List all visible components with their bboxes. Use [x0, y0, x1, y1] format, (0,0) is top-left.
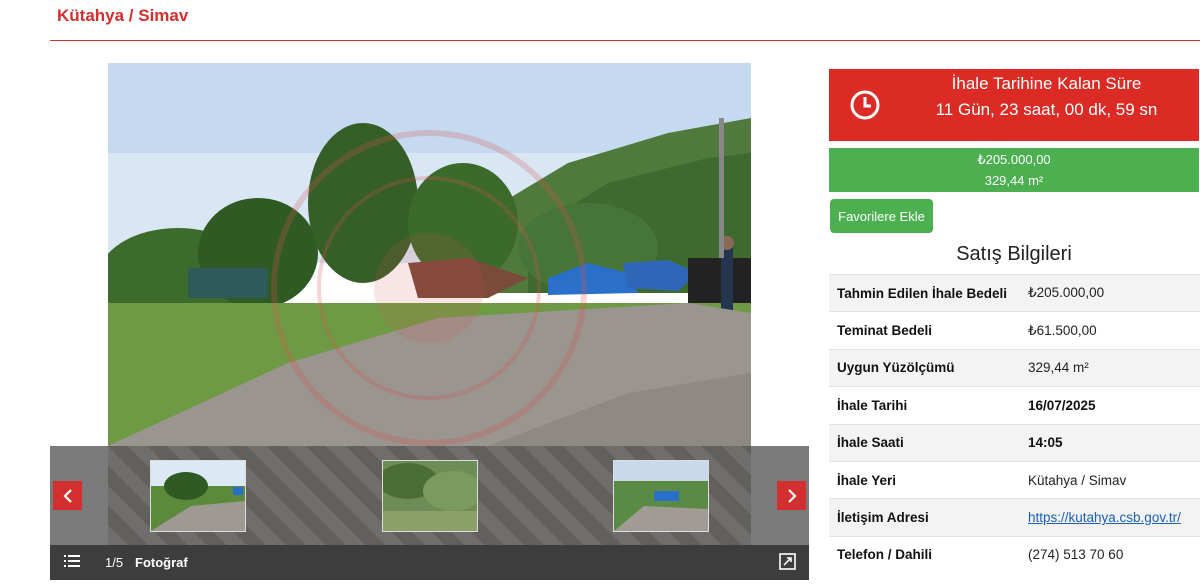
breadcrumb[interactable]: Kütahya / Simav: [57, 6, 188, 26]
table-row: İhale Yeri Kütahya / Simav: [829, 460, 1200, 499]
table-row: İletişim Adresi https://kutahya.csb.gov.…: [829, 498, 1200, 537]
photo-gallery: 1/5 Fotoğraf: [50, 63, 809, 580]
add-to-favorites-button[interactable]: Favorilere Ekle: [830, 199, 933, 233]
chevron-right-icon: [787, 488, 797, 503]
row-label: Tahmin Edilen İhale Bedeli: [829, 273, 1020, 312]
row-label: İhale Saati: [829, 423, 1020, 462]
price-amount: ₺205.000,00: [977, 152, 1051, 167]
contact-address-link[interactable]: https://kutahya.csb.gov.tr/: [1028, 510, 1181, 525]
price-area: 329,44 m²: [984, 173, 1044, 188]
row-label: İletişim Adresi: [829, 498, 1020, 537]
gallery-prev-button[interactable]: [53, 481, 82, 510]
main-photo-image: [108, 63, 751, 446]
row-value: Kütahya / Simav: [1020, 460, 1200, 499]
main-photo[interactable]: [108, 63, 751, 446]
row-label: Uygun Yüzölçümü: [829, 348, 1020, 387]
row-value: https://kutahya.csb.gov.tr/: [1020, 498, 1200, 537]
row-label: İhale Yeri: [829, 460, 1020, 499]
countdown-title: İhale Tarihine Kalan Süre: [951, 74, 1142, 93]
table-row: İhale Tarihi 16/07/2025: [829, 386, 1200, 425]
row-label: Telefon / Dahili: [829, 535, 1020, 574]
price-summary: ₺205.000,00 329,44 m²: [829, 148, 1199, 192]
chevron-left-icon: [62, 488, 72, 503]
sales-info-title: Satış Bilgileri: [956, 243, 1072, 265]
row-value: (274) 513 70 60: [1020, 535, 1200, 574]
row-value: 16/07/2025: [1020, 386, 1200, 425]
header-divider: [50, 40, 1200, 41]
table-row: Uygun Yüzölçümü 329,44 m²: [829, 348, 1200, 387]
list-icon[interactable]: [64, 554, 80, 571]
thumbnail-1-image: [151, 461, 245, 531]
table-row: Tahmin Edilen İhale Bedeli ₺205.000,00: [829, 273, 1200, 312]
countdown-panel: İhale Tarihine Kalan Süre 11 Gün, 23 saa…: [829, 69, 1199, 141]
gallery-toolbar: 1/5 Fotoğraf: [50, 545, 809, 580]
expand-icon[interactable]: [779, 553, 796, 573]
table-row: Telefon / Dahili (274) 513 70 60: [829, 535, 1200, 574]
row-value: ₺205.000,00: [1020, 273, 1200, 312]
table-row: İhale Saati 14:05: [829, 423, 1200, 462]
thumbnail-2-image: [383, 461, 477, 531]
photo-counter: 1/5: [105, 555, 124, 570]
row-label: Teminat Bedeli: [829, 311, 1020, 350]
thumbnail-strip: [50, 446, 809, 545]
thumbnail-3[interactable]: [613, 460, 709, 532]
gallery-next-button[interactable]: [777, 481, 806, 510]
row-value: 329,44 m²: [1020, 348, 1200, 387]
row-label: İhale Tarihi: [829, 386, 1020, 425]
row-value: 14:05: [1020, 423, 1200, 462]
row-value: ₺61.500,00: [1020, 311, 1200, 350]
countdown-remaining: 11 Gün, 23 saat, 00 dk, 59 sn: [935, 100, 1158, 119]
thumbnail-1[interactable]: [150, 460, 246, 532]
thumbnail-2[interactable]: [382, 460, 478, 532]
clock-icon: [849, 89, 881, 126]
table-row: Teminat Bedeli ₺61.500,00: [829, 311, 1200, 350]
thumbnail-3-image: [614, 461, 708, 531]
photo-label: Fotoğraf: [135, 555, 188, 570]
sales-info-table: Tahmin Edilen İhale Bedeli ₺205.000,00 T…: [829, 273, 1200, 574]
